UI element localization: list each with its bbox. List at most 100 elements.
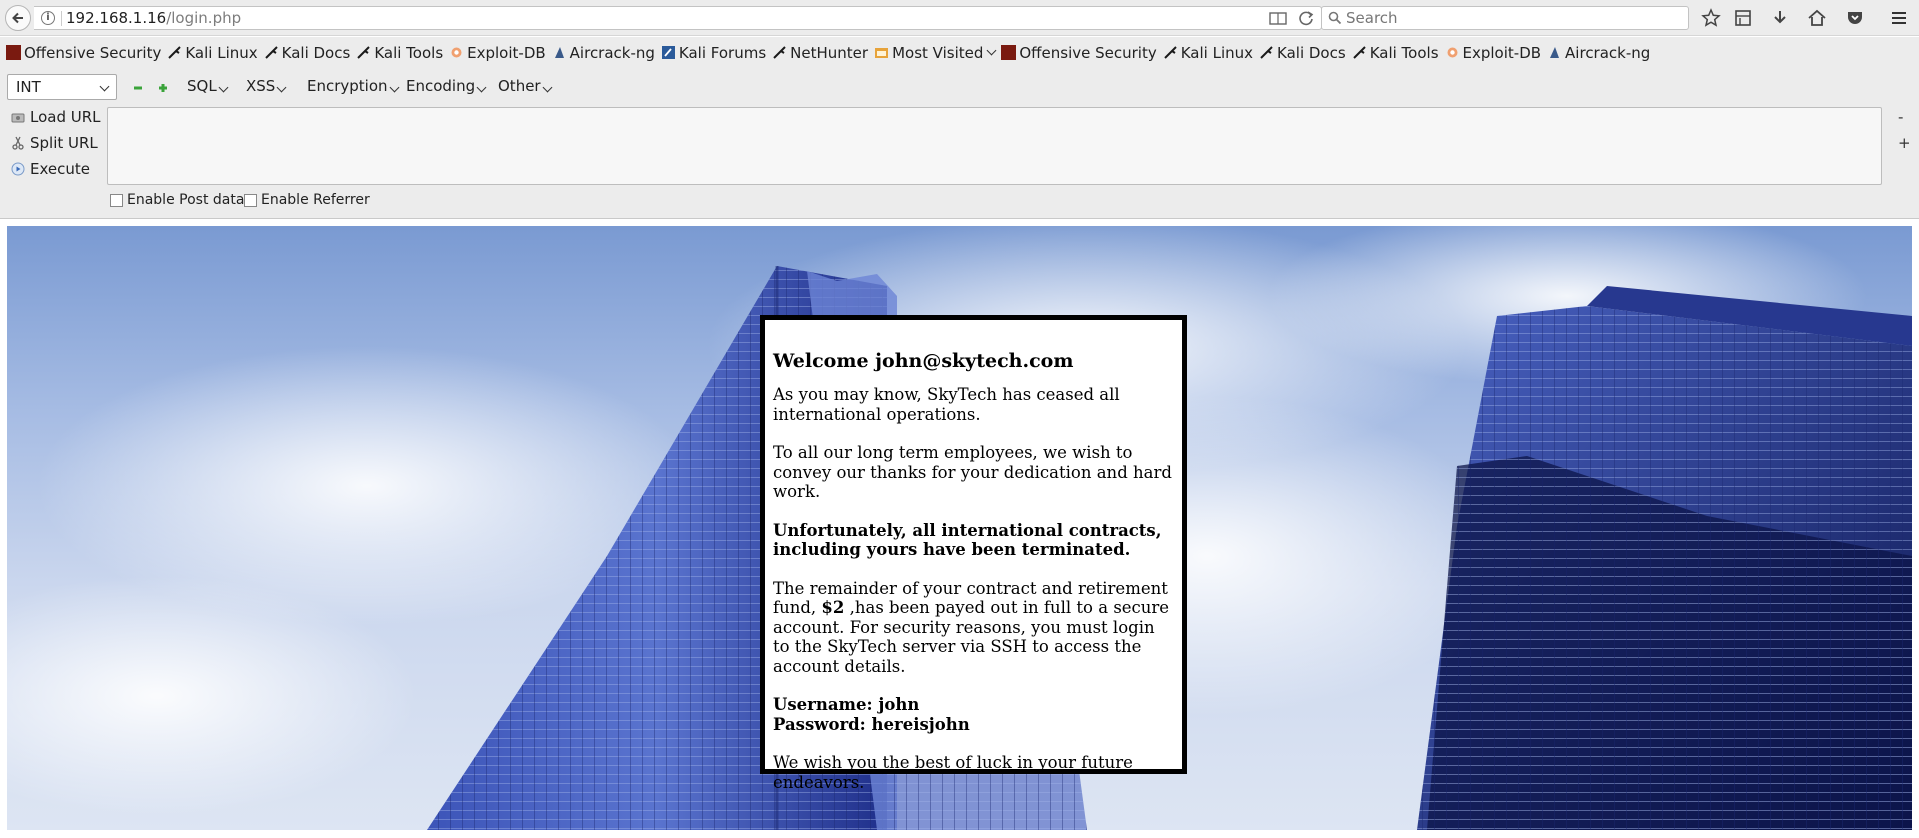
checkbox-label: Enable Referrer [261, 192, 370, 208]
username-line: Username: john [773, 695, 920, 714]
star-bookmark-icon[interactable] [1701, 8, 1721, 28]
offsec-icon [6, 45, 21, 60]
navigation-toolbar: i 192.168.1.16/login.php Search [0, 0, 1919, 36]
bookmark-offensive-security-2[interactable]: Offensive Security [1001, 43, 1157, 62]
bookmark-label: Most Visited [892, 43, 984, 62]
bookmark-label: Kali Tools [374, 43, 444, 62]
hackbar-panel: INT SQL XSS Encryption Encoding Other Lo… [0, 68, 1919, 219]
bookmark-label: Aircrack-ng [1565, 43, 1651, 62]
search-bar[interactable]: Search [1321, 6, 1689, 30]
chevron-down-icon [218, 82, 229, 93]
bookmark-kali-linux[interactable]: Kali Linux [167, 44, 258, 62]
enable-referrer-checkbox[interactable]: Enable Referrer [244, 192, 370, 208]
bookmark-label: Offensive Security [24, 43, 162, 62]
checkbox-box[interactable] [244, 193, 257, 207]
message-paragraph-terminated: Unfortunately, all international contrac… [773, 521, 1173, 560]
bookmark-offensive-security[interactable]: Offensive Security [6, 44, 161, 62]
aircrack-icon [1550, 47, 1560, 58]
chevron-down-icon [986, 45, 997, 55]
split-url-label: Split URL [30, 134, 98, 152]
enable-post-data-checkbox[interactable]: Enable Post data [110, 192, 244, 208]
menu-other[interactable]: Other [498, 77, 553, 95]
bookmark-label: NetHunter [790, 43, 869, 62]
bookmarks-library-icon[interactable] [1733, 8, 1753, 28]
message-content: Welcome john@skytech.com As you may know… [773, 350, 1173, 811]
bookmark-nethunter[interactable]: NetHunter [772, 44, 868, 62]
bookmark-most-visited[interactable]: Most Visited [874, 43, 997, 62]
scissors-icon [12, 136, 24, 150]
hamburger-menu-icon[interactable] [1889, 8, 1909, 28]
bookmark-aircrack-ng[interactable]: Aircrack-ng [552, 44, 655, 62]
menu-sql[interactable]: SQL [187, 77, 229, 95]
menu-label: Other [498, 77, 541, 95]
bookmark-kali-linux-2[interactable]: Kali Linux [1163, 44, 1253, 62]
increase-icon[interactable] [158, 83, 168, 93]
expand-button[interactable]: + [1898, 134, 1911, 152]
execute-button[interactable]: Execute [11, 160, 90, 178]
retirement-amount: $2 [821, 598, 845, 617]
chevron-down-icon [389, 82, 399, 93]
select-value: INT [16, 78, 41, 96]
checkbox-box[interactable] [110, 193, 123, 207]
url-separator [61, 11, 62, 26]
search-icon [1328, 11, 1342, 25]
kali-dragon-icon [1164, 46, 1177, 59]
bookmark-label: Kali Forums [678, 43, 767, 62]
bookmark-kali-forums[interactable]: Kali Forums [661, 44, 766, 62]
reader-view-icon[interactable] [1269, 11, 1287, 26]
info-icon[interactable]: i [41, 11, 55, 25]
hackbar-url-textarea[interactable] [107, 107, 1882, 185]
message-paragraph-farewell: We wish you the best of luck in your fut… [773, 753, 1133, 792]
bookmark-label: Offensive Security [1019, 43, 1157, 62]
menu-label: Encryption [307, 77, 388, 95]
chevron-down-icon [276, 82, 287, 93]
bookmarks-toolbar: Offensive Security Kali Linux Kali Docs … [0, 37, 1919, 68]
bookmark-exploit-db-2[interactable]: Exploit-DB [1445, 43, 1542, 62]
bookmark-label: Kali Docs [1277, 43, 1346, 62]
bookmark-label: Kali Tools [1369, 43, 1439, 62]
chevron-down-icon [542, 82, 553, 93]
message-paragraph-operations: As you may know, SkyTech has ceased all … [773, 385, 1120, 424]
home-icon[interactable] [1807, 8, 1827, 28]
bookmark-label: Aircrack-ng [569, 43, 655, 62]
back-button[interactable] [5, 5, 31, 31]
decrease-icon[interactable] [133, 83, 143, 93]
hackbar-type-select[interactable]: INT [7, 74, 117, 100]
menu-encryption[interactable]: Encryption [307, 77, 399, 95]
kali-dragon-icon [264, 46, 278, 59]
menu-encoding[interactable]: Encoding [406, 77, 487, 95]
page-content: Welcome john@skytech.com As you may know… [0, 220, 1919, 838]
menu-label: XSS [246, 77, 276, 95]
bookmark-kali-docs-2[interactable]: Kali Docs [1259, 44, 1346, 62]
url-bar[interactable]: i 192.168.1.16/login.php [34, 6, 1322, 30]
bookmark-label: Exploit-DB [1462, 43, 1542, 62]
bookmark-exploit-db[interactable]: Exploit-DB [449, 44, 546, 62]
url-path: /login.php [166, 9, 242, 27]
exploitdb-icon [451, 47, 462, 58]
bookmark-kali-docs[interactable]: Kali Docs [264, 43, 351, 62]
bookmark-aircrack-ng-2[interactable]: Aircrack-ng [1547, 44, 1650, 62]
menu-xss[interactable]: XSS [246, 77, 287, 95]
bookmark-label: Kali Docs [281, 43, 351, 62]
pocket-icon[interactable] [1845, 8, 1865, 28]
kali-dragon-icon [1260, 46, 1273, 59]
bookmark-kali-tools-2[interactable]: Kali Tools [1352, 44, 1439, 62]
folder-icon [875, 48, 889, 58]
play-icon [11, 162, 25, 176]
arrow-left-icon [12, 12, 23, 24]
download-icon[interactable] [1770, 8, 1790, 28]
credentials: Username: john Password: hereisjohn [773, 695, 1173, 734]
kali-dragon-icon [357, 46, 371, 59]
welcome-heading: Welcome john@skytech.com [773, 350, 1074, 372]
shrink-button[interactable]: - [1898, 108, 1903, 126]
split-url-button[interactable]: Split URL [11, 134, 98, 152]
bookmark-kali-tools[interactable]: Kali Tools [356, 44, 443, 62]
menu-label: SQL [187, 77, 217, 95]
welcome-message-box: Welcome john@skytech.com As you may know… [760, 315, 1187, 792]
url-text[interactable]: 192.168.1.16/login.php [66, 9, 241, 27]
search-placeholder: Search [1346, 9, 1398, 27]
reload-icon[interactable] [1298, 10, 1315, 27]
aircrack-icon [554, 47, 564, 58]
exploitdb-icon [1447, 47, 1458, 58]
load-url-button[interactable]: Load URL [11, 108, 101, 126]
